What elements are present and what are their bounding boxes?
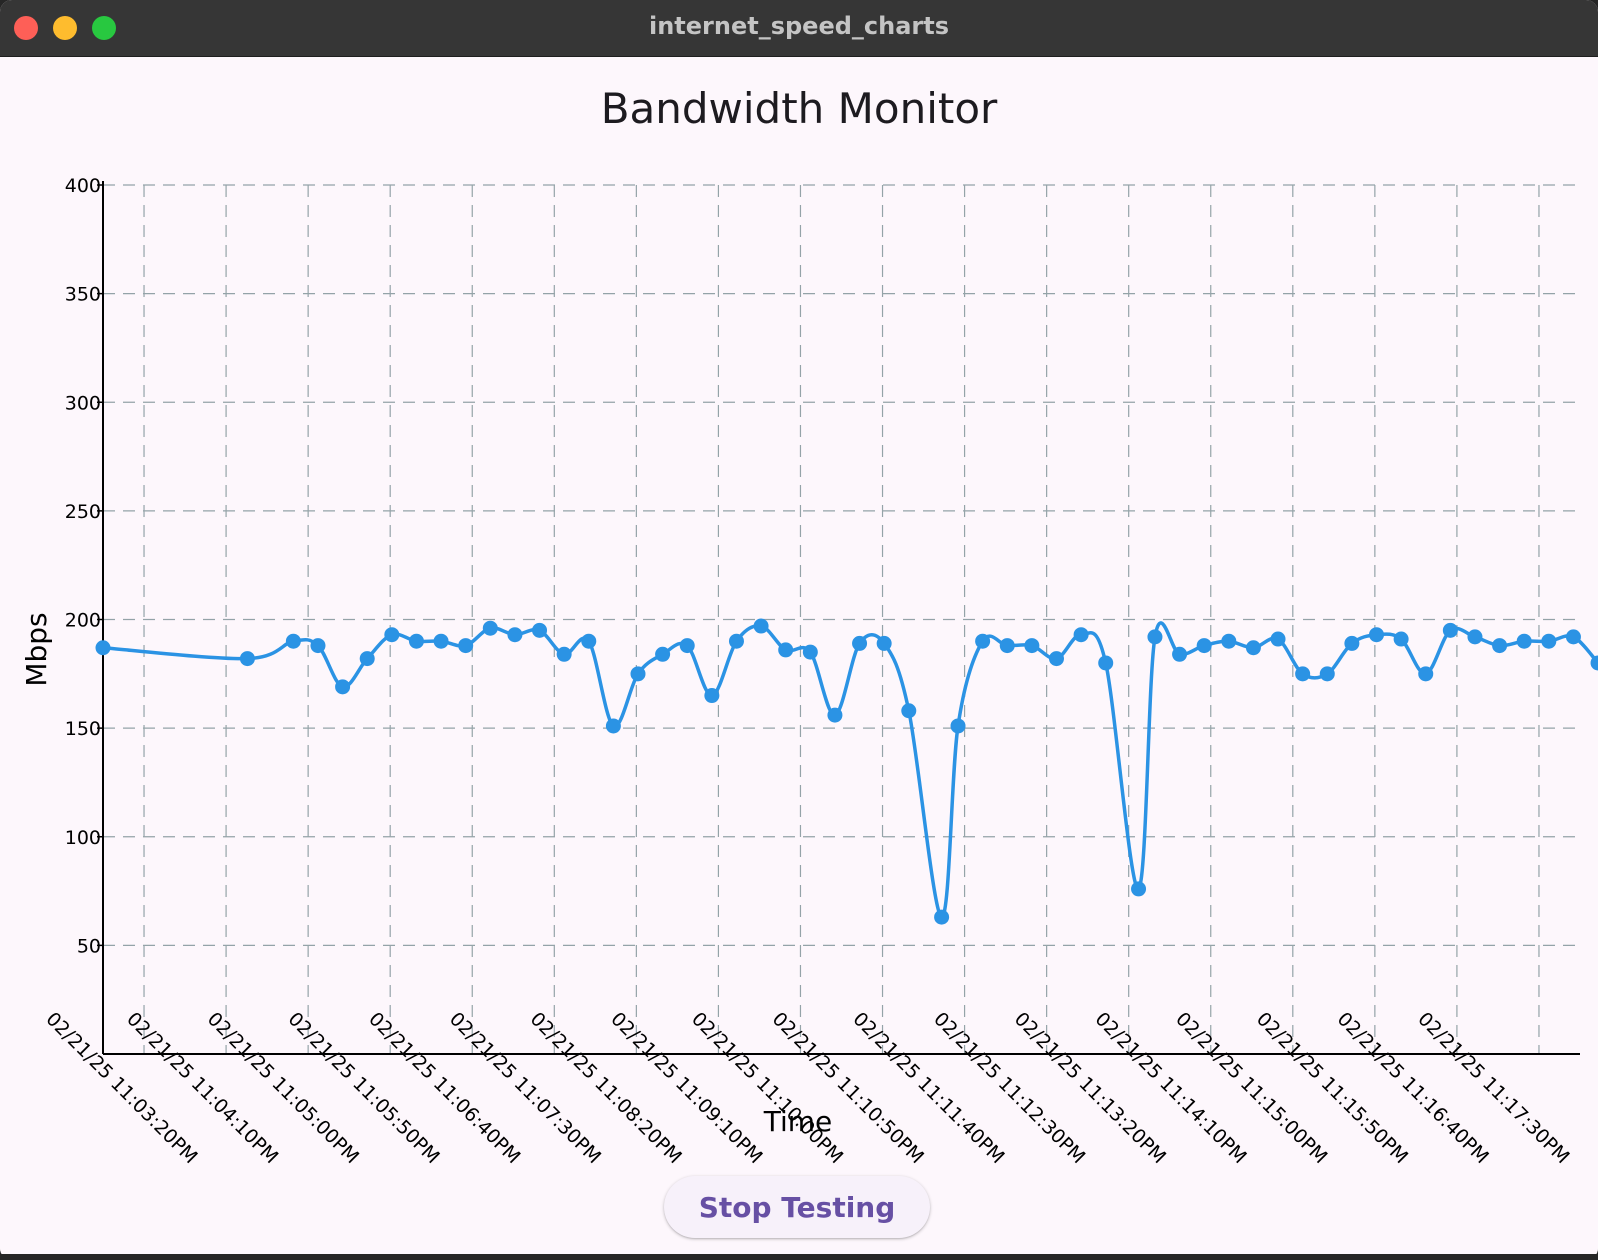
y-tick-label: 250 xyxy=(65,501,101,523)
data-point[interactable] xyxy=(1221,633,1237,649)
data-point[interactable] xyxy=(1516,633,1532,649)
data-point[interactable] xyxy=(285,633,301,649)
x-tick-label: 02/21/25 11:15:00PM xyxy=(1171,1008,1331,1168)
data-point[interactable] xyxy=(1270,631,1286,647)
bandwidth-line-chart: 50 100 150 200 250 300 350 400 02/21/25 11:03:20… xyxy=(20,175,1598,1168)
data-point[interactable] xyxy=(876,635,892,651)
y-tick-label: 100 xyxy=(65,827,101,849)
x-tick-label: 02/21/25 11:10:00PM xyxy=(687,1008,847,1168)
x-tick-label: 02/21/25 11:11:40PM xyxy=(848,1008,1008,1168)
data-point[interactable] xyxy=(1073,627,1089,643)
x-tick-label: 02/21/25 11:14:10PM xyxy=(1091,1008,1251,1168)
x-tick-label: 02/21/25 11:10:50PM xyxy=(768,1008,928,1168)
data-point[interactable] xyxy=(1369,627,1385,643)
data-point[interactable] xyxy=(1131,881,1147,897)
data-point[interactable] xyxy=(679,638,695,654)
data-point[interactable] xyxy=(95,640,111,656)
data-point[interactable] xyxy=(1541,633,1557,649)
y-tick-label: 150 xyxy=(65,718,101,740)
data-point[interactable] xyxy=(950,718,966,734)
data-point[interactable] xyxy=(852,635,868,651)
x-tick-label: 02/21/25 11:17:30PM xyxy=(1413,1008,1573,1168)
data-point[interactable] xyxy=(1319,666,1335,682)
x-tick-label: 02/21/25 11:08:20PM xyxy=(526,1008,686,1168)
data-point[interactable] xyxy=(433,633,449,649)
data-point[interactable] xyxy=(1393,631,1409,647)
data-point[interactable] xyxy=(1098,655,1114,671)
x-tick-label: 02/21/25 11:09:10PM xyxy=(606,1008,766,1168)
data-point[interactable] xyxy=(1147,629,1163,645)
data-point[interactable] xyxy=(778,642,794,658)
data-point[interactable] xyxy=(1565,629,1581,645)
data-point[interactable] xyxy=(753,618,769,634)
data-point[interactable] xyxy=(827,707,843,723)
data-point[interactable] xyxy=(458,638,474,654)
y-tick-label: 400 xyxy=(65,175,101,197)
data-point[interactable] xyxy=(1172,646,1188,662)
data-point[interactable] xyxy=(901,703,917,719)
data-point[interactable] xyxy=(1196,638,1212,654)
data-point[interactable] xyxy=(482,620,498,636)
data-point[interactable] xyxy=(1245,640,1261,656)
data-point[interactable] xyxy=(605,718,621,734)
y-tick-label: 200 xyxy=(65,610,101,632)
data-point[interactable] xyxy=(384,627,400,643)
data-point[interactable] xyxy=(581,633,597,649)
x-axis-title: Time xyxy=(763,1105,833,1138)
data-point[interactable] xyxy=(728,633,744,649)
data-point[interactable] xyxy=(1467,629,1483,645)
data-point[interactable] xyxy=(408,633,424,649)
x-tick-label: 02/21/25 11:05:50PM xyxy=(284,1008,444,1168)
bandwidth-series-line xyxy=(102,621,1598,919)
y-tick-label: 350 xyxy=(65,284,101,306)
data-point[interactable] xyxy=(802,644,818,660)
data-point[interactable] xyxy=(999,638,1015,654)
data-point[interactable] xyxy=(556,646,572,662)
data-point[interactable] xyxy=(310,638,326,654)
window-bottom-edge xyxy=(0,1254,1598,1260)
x-tick-label: 02/21/25 11:07:30PM xyxy=(445,1008,605,1168)
data-point[interactable] xyxy=(507,627,523,643)
data-point[interactable] xyxy=(1048,651,1064,667)
data-point[interactable] xyxy=(532,622,548,638)
y-axis-title: Mbps xyxy=(20,612,53,686)
x-tick-label: 02/21/25 11:12:30PM xyxy=(929,1008,1089,1168)
data-point[interactable] xyxy=(1492,638,1508,654)
data-point[interactable] xyxy=(239,651,255,667)
data-point[interactable] xyxy=(704,688,720,704)
data-point[interactable] xyxy=(1418,666,1434,682)
app-window: internet_speed_charts Bandwidth Monitor … xyxy=(0,0,1598,1260)
data-point[interactable] xyxy=(1295,666,1311,682)
data-point[interactable] xyxy=(359,651,375,667)
x-tick-label: 02/21/25 11:05:00PM xyxy=(203,1008,363,1168)
data-point[interactable] xyxy=(1024,638,1040,654)
data-point[interactable] xyxy=(975,633,991,649)
x-tick-label: 02/21/25 11:04:10PM xyxy=(122,1008,282,1168)
x-tick-label: 02/21/25 11:06:40PM xyxy=(364,1008,524,1168)
x-tick-label: 02/21/25 11:16:40PM xyxy=(1333,1008,1493,1168)
x-tick-label: 02/21/25 11:15:50PM xyxy=(1252,1008,1412,1168)
y-tick-label: 300 xyxy=(65,392,101,414)
data-point[interactable] xyxy=(630,666,646,682)
x-tick-label: 02/21/25 11:03:20PM xyxy=(41,1008,201,1168)
data-point[interactable] xyxy=(655,646,671,662)
data-point[interactable] xyxy=(1442,622,1458,638)
stop-testing-button[interactable]: Stop Testing xyxy=(664,1176,930,1238)
y-tick-label: 50 xyxy=(77,935,101,957)
data-point[interactable] xyxy=(934,909,950,925)
data-point[interactable] xyxy=(335,679,351,695)
data-point[interactable] xyxy=(1344,635,1360,651)
x-tick-label: 02/21/25 11:13:20PM xyxy=(1010,1008,1170,1168)
